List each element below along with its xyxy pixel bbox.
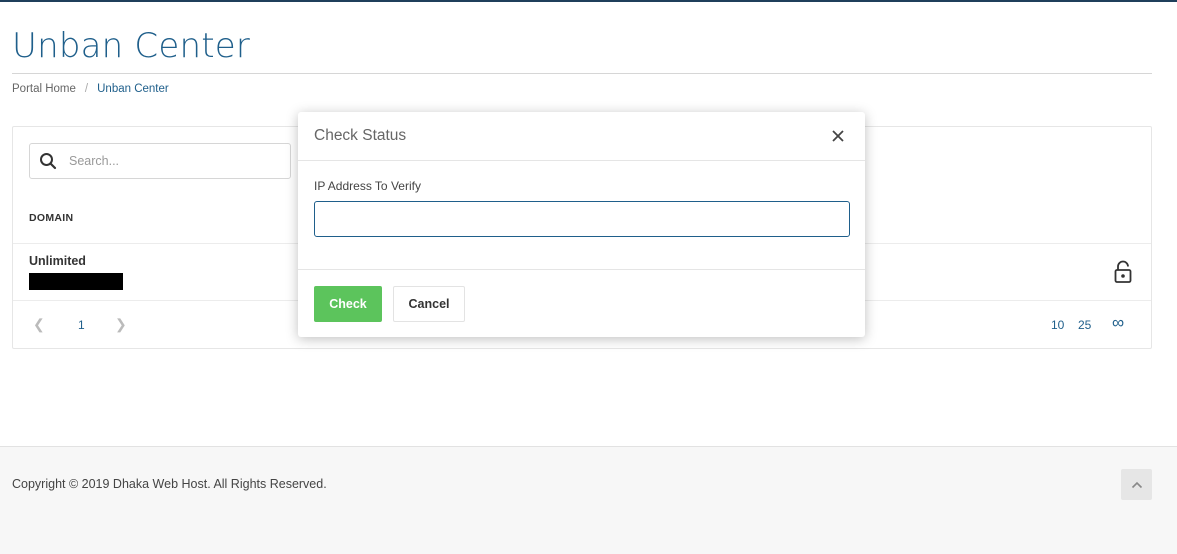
close-icon[interactable]: [830, 128, 846, 144]
modal-title: Check Status: [314, 127, 407, 144]
title-divider: [12, 73, 1152, 74]
chevron-left-icon[interactable]: ❮: [33, 316, 45, 333]
back-to-top-button[interactable]: [1121, 469, 1152, 500]
breadcrumb-separator: /: [84, 83, 89, 95]
modal-footer-divider: [298, 269, 865, 270]
search-icon: [40, 153, 57, 170]
ip-address-input[interactable]: [314, 201, 850, 237]
column-header-domain[interactable]: DOMAIN: [29, 212, 73, 224]
breadcrumb: Portal Home / Unban Center: [12, 83, 169, 95]
copyright-text: Copyright © 2019 Dhaka Web Host. All Rig…: [12, 477, 327, 491]
page-size-25[interactable]: 25: [1078, 318, 1091, 332]
chevron-up-icon: [1131, 481, 1142, 488]
page-title: Unban Center: [12, 26, 251, 66]
redacted-detail: [29, 273, 123, 290]
pagination-page-1[interactable]: 1: [78, 318, 85, 332]
cancel-button[interactable]: Cancel: [393, 286, 465, 322]
breadcrumb-portal-home[interactable]: Portal Home: [12, 83, 76, 95]
breadcrumb-unban-center: Unban Center: [97, 83, 169, 95]
search-input[interactable]: Search...: [29, 143, 291, 179]
check-status-modal: Check Status IP Address To Verify Check …: [298, 112, 865, 337]
top-accent-bar: [0, 0, 1177, 2]
footer: Copyright © 2019 Dhaka Web Host. All Rig…: [0, 446, 1177, 554]
unlock-icon[interactable]: [1113, 260, 1133, 284]
modal-header-divider: [298, 160, 865, 161]
search-placeholder: Search...: [69, 154, 120, 168]
page-size-10[interactable]: 10: [1051, 318, 1064, 332]
ip-address-label: IP Address To Verify: [314, 179, 421, 193]
check-button[interactable]: Check: [314, 286, 382, 322]
chevron-right-icon[interactable]: ❯: [115, 316, 127, 333]
page-size-all[interactable]: ∞: [1112, 313, 1124, 333]
row-domain-name: Unlimited: [29, 254, 86, 268]
